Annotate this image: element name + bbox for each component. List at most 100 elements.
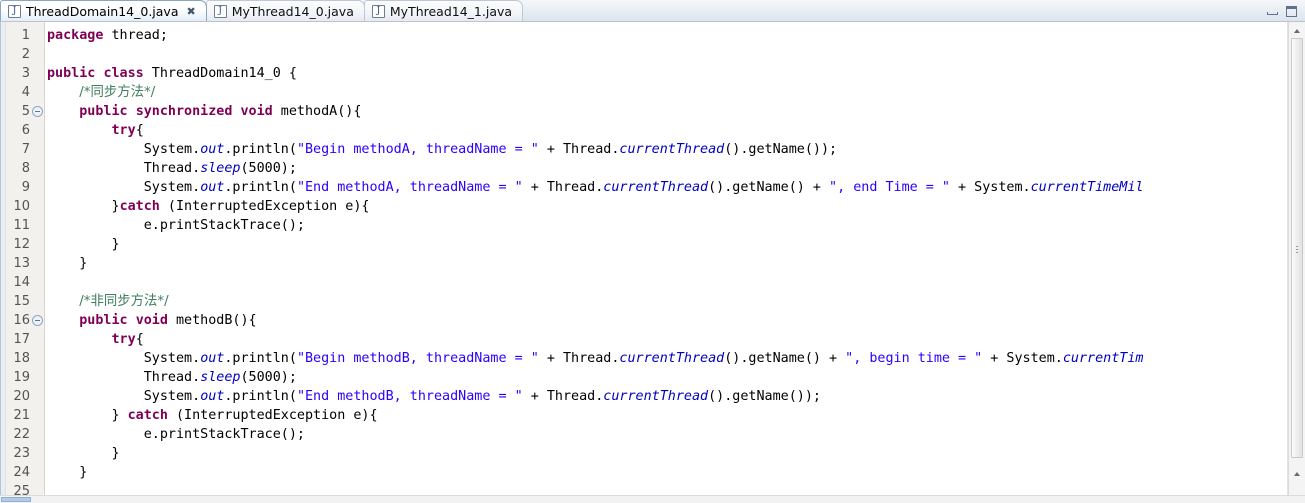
code-line[interactable]: /*同步方法*/ [45, 83, 1305, 102]
editor-tab-label: ThreadDomain14_0.java [26, 3, 179, 19]
line-number[interactable]: 2 [1, 45, 44, 64]
vertical-scrollbar-thumb[interactable] [1291, 38, 1303, 458]
triangle-up-icon [1294, 29, 1300, 33]
line-number-label: 17 [13, 332, 30, 347]
line-number[interactable]: 4 [1, 83, 44, 102]
line-number[interactable]: 11 [1, 216, 44, 235]
code-line[interactable]: System.out.println("End methodB, threadN… [45, 387, 1305, 406]
code-line[interactable]: } [45, 235, 1305, 254]
code-line[interactable]: /*非同步方法*/ [45, 292, 1305, 311]
line-number[interactable]: 10 [1, 197, 44, 216]
line-number-label: 24 [13, 465, 30, 480]
code-line[interactable]: public void methodB(){ [45, 311, 1305, 330]
code-line[interactable]: e.printStackTrace(); [45, 425, 1305, 444]
horizontal-scrollbar-thumb[interactable] [1, 497, 31, 502]
line-number-label: 3 [21, 66, 30, 81]
line-number[interactable]: 22 [1, 425, 44, 444]
line-number-label: 1 [21, 28, 30, 43]
code-line[interactable]: System.out.println("End methodA, threadN… [45, 178, 1305, 197]
line-number-label: 21 [13, 408, 30, 423]
code-line[interactable]: }catch (InterruptedException e){ [45, 197, 1305, 216]
scrollbar-grip-icon [1296, 244, 1298, 253]
code-line[interactable]: try{ [45, 121, 1305, 140]
line-number-label: 2 [21, 47, 30, 62]
line-number[interactable]: 20 [1, 387, 44, 406]
editor-tab-2[interactable]: J MyThread14_1.java [363, 0, 524, 21]
line-number[interactable]: 16 [1, 311, 44, 330]
code-line[interactable]: } catch (InterruptedException e){ [45, 406, 1305, 425]
eclipse-java-editor-window: J ThreadDomain14_0.java ✖ J MyThread14_0.jav… [0, 0, 1305, 503]
code-fold-collapse-icon[interactable] [32, 315, 43, 326]
line-number[interactable]: 6 [1, 121, 44, 140]
line-number-label: 18 [13, 351, 30, 366]
java-file-icon: J [371, 4, 385, 18]
code-line[interactable] [45, 273, 1305, 292]
horizontal-scrollbar[interactable] [0, 495, 1305, 503]
line-number-label: 10 [13, 199, 30, 214]
code-line[interactable]: System.out.println("Begin methodB, threa… [45, 349, 1305, 368]
code-line[interactable]: package thread; [45, 26, 1305, 45]
code-line[interactable]: } [45, 463, 1305, 482]
code-line[interactable]: e.printStackTrace(); [45, 216, 1305, 235]
line-number-label: 22 [13, 427, 30, 442]
line-number-label: 14 [13, 275, 30, 290]
minimize-icon [1267, 12, 1278, 15]
code-line[interactable]: public synchronized void methodA(){ [45, 102, 1305, 121]
maximize-icon [1286, 6, 1297, 17]
code-line[interactable] [45, 45, 1305, 64]
line-number[interactable]: 17 [1, 330, 44, 349]
code-line[interactable]: } [45, 254, 1305, 273]
code-fold-collapse-icon[interactable] [32, 106, 43, 117]
line-number[interactable]: 21 [1, 406, 44, 425]
line-number[interactable]: 18 [1, 349, 44, 368]
line-number-gutter[interactable]: 1 2 3 4 5 6 7 8 9 10 11 12 13 14 15 16 17 18 19 20 21 22 23 24 2… [1, 22, 45, 503]
minimize-button[interactable] [1265, 5, 1280, 18]
line-number[interactable]: 5 [1, 102, 44, 121]
code-text-area[interactable]: package thread; public class ThreadDomai… [45, 22, 1305, 503]
line-number[interactable]: 9 [1, 178, 44, 197]
close-icon[interactable]: ✖ [186, 6, 195, 17]
line-number[interactable]: 23 [1, 444, 44, 463]
window-controls [1259, 5, 1305, 21]
line-number-label: 20 [13, 389, 30, 404]
editor-tabs: J ThreadDomain14_0.java ✖ J MyThread14_0.jav… [0, 0, 1259, 21]
line-number[interactable]: 12 [1, 235, 44, 254]
scroll-up-button[interactable] [1289, 24, 1305, 38]
java-file-icon: J [8, 4, 21, 18]
code-line[interactable]: public class ThreadDomain14_0 { [45, 64, 1305, 83]
code-editor[interactable]: 1 2 3 4 5 6 7 8 9 10 11 12 13 14 15 16 17 18 19 20 21 22 23 24 2… [0, 22, 1305, 503]
line-number[interactable]: 13 [1, 254, 44, 273]
editor-tab-label: MyThread14_0.java [231, 3, 354, 19]
maximize-button[interactable] [1284, 5, 1299, 18]
line-number[interactable]: 7 [1, 140, 44, 159]
code-line[interactable]: System.out.println("Begin methodA, threa… [45, 140, 1305, 159]
line-number-label: 5 [21, 104, 30, 119]
line-number-label: 19 [13, 370, 30, 385]
line-number[interactable]: 19 [1, 368, 44, 387]
line-number-label: 6 [21, 123, 30, 138]
line-number-label: 7 [21, 142, 30, 157]
line-number[interactable]: 15 [1, 292, 44, 311]
editor-tab-label: MyThread14_1.java [389, 3, 513, 19]
java-file-icon: J [213, 4, 227, 18]
line-number[interactable]: 3 [1, 64, 44, 83]
scroll-down-button[interactable] [1289, 467, 1305, 481]
code-line[interactable]: Thread.sleep(5000); [45, 159, 1305, 178]
editor-tab-1[interactable]: J MyThread14_0.java [205, 0, 365, 21]
line-number[interactable]: 1 [1, 26, 44, 45]
vertical-scrollbar[interactable] [1288, 22, 1305, 503]
code-line[interactable]: } [45, 444, 1305, 463]
line-number-label: 16 [13, 313, 30, 328]
line-number-label: 13 [13, 256, 30, 271]
line-number-label: 8 [21, 161, 30, 176]
editor-tab-bar: J ThreadDomain14_0.java ✖ J MyThread14_0.jav… [0, 0, 1305, 22]
line-number-label: 9 [21, 180, 30, 195]
line-number[interactable]: 14 [1, 273, 44, 292]
line-number[interactable]: 24 [1, 463, 44, 482]
line-number-label: 12 [13, 237, 30, 252]
line-number[interactable]: 8 [1, 159, 44, 178]
triangle-down-icon [1294, 472, 1300, 476]
code-line[interactable]: Thread.sleep(5000); [45, 368, 1305, 387]
code-line[interactable]: try{ [45, 330, 1305, 349]
editor-tab-0[interactable]: J ThreadDomain14_0.java ✖ [0, 0, 207, 21]
